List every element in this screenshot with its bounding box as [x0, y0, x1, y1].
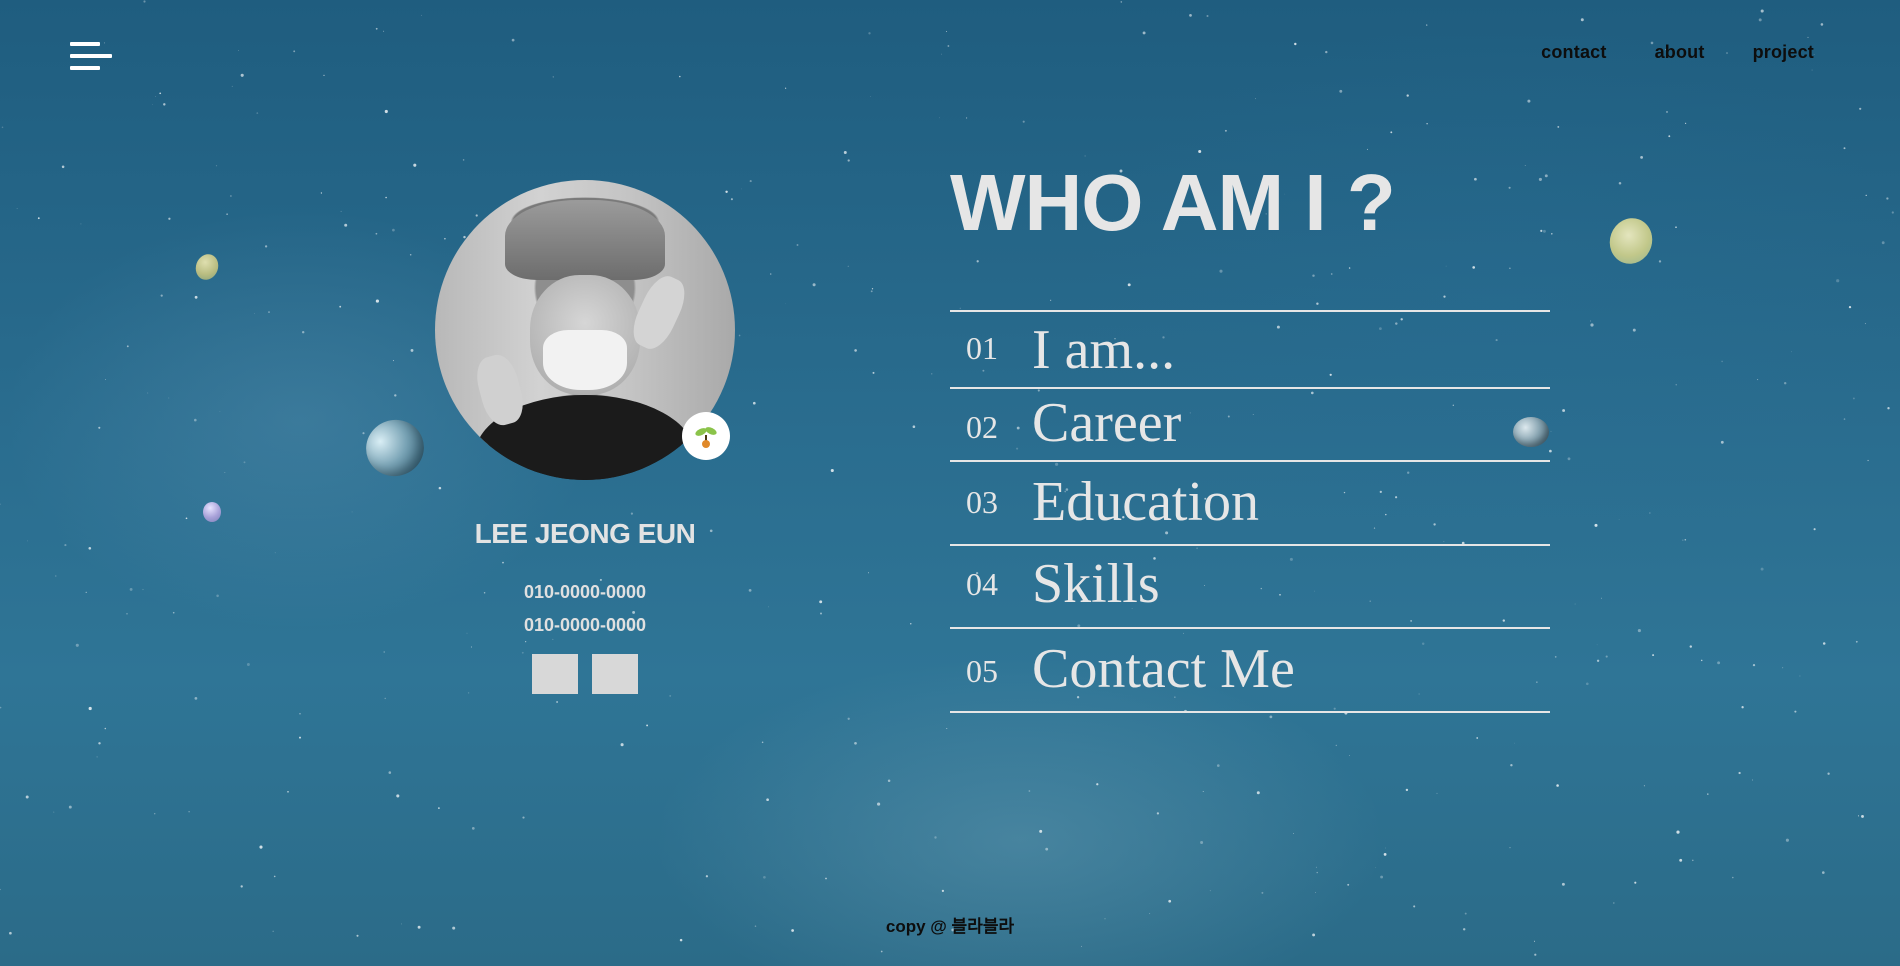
nav-link-contact[interactable]: contact [1541, 42, 1606, 63]
menu-item-i-am[interactable]: 01 I am... [950, 312, 1550, 389]
profile-name: LEE JEONG EUN [474, 518, 696, 549]
sprout-icon[interactable] [682, 412, 730, 460]
menu-item-number: 01 [966, 330, 998, 366]
menu-item-label: I am... [1032, 319, 1176, 381]
menu-item-label: Contact Me [1032, 638, 1295, 700]
menu-item-label: Skills [1032, 553, 1160, 615]
menu-item-education[interactable]: 03 Education [950, 462, 1550, 546]
nav-link-about[interactable]: about [1655, 42, 1705, 63]
social-link-2[interactable] [592, 654, 638, 694]
bubble-decoration [192, 251, 222, 283]
bubble-decoration [203, 502, 221, 522]
profile-card: LEE JEONG EUN 010-0000-0000 010-0000-000… [435, 180, 735, 694]
menu-item-label: Education [1032, 471, 1260, 533]
menu-item-number: 03 [966, 484, 998, 520]
menu-item-career[interactable]: 02 Career [950, 389, 1550, 462]
phone-number: 010-0000-0000 [523, 582, 647, 602]
social-links [435, 654, 735, 694]
bubble-decoration [1603, 212, 1659, 270]
phone-number: 010-0000-0000 [523, 615, 647, 635]
menu-item-skills[interactable]: 04 Skills [950, 546, 1550, 629]
phone-list: 010-0000-0000 010-0000-0000 [435, 576, 735, 642]
section-menu: 01 I am... 02 Career 03 Education 04 Ski… [950, 310, 1550, 713]
nav-link-project[interactable]: project [1753, 42, 1814, 63]
menu-item-number: 04 [966, 566, 998, 602]
menu-item-number: 05 [966, 653, 998, 689]
page-title: WHO AM I ? [950, 158, 1396, 247]
menu-item-contact-me[interactable]: 05 Contact Me [950, 629, 1550, 713]
bubble-decoration [358, 411, 432, 485]
top-navigation: contact about project [1541, 42, 1814, 63]
hamburger-menu-icon[interactable] [70, 42, 112, 72]
menu-item-number: 02 [966, 409, 998, 445]
social-link-1[interactable] [532, 654, 578, 694]
footer-copyright: copy @ 블라블라 [885, 917, 1015, 936]
menu-item-label: Career [1032, 392, 1182, 454]
